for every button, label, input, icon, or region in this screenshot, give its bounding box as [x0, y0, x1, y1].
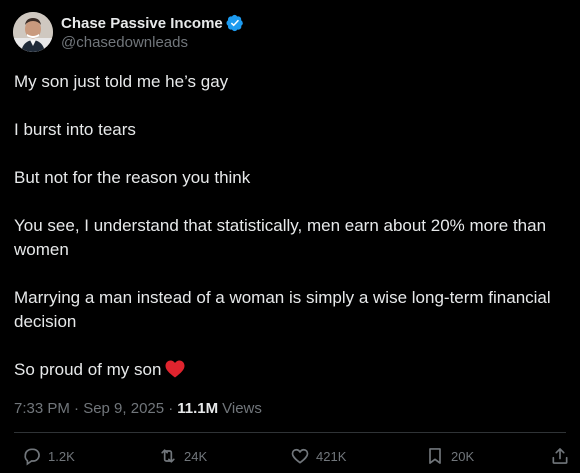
name-row: Chase Passive Income	[61, 13, 244, 33]
bookmark-icon	[429, 448, 441, 464]
heart-icon	[291, 448, 309, 464]
tweet-paragraph: You see, I understand that statistically…	[14, 216, 547, 259]
author-names: Chase Passive Income @chasedownleads	[61, 13, 244, 51]
avatar[interactable]	[13, 12, 53, 52]
verified-badge-icon	[226, 14, 244, 32]
tweet-paragraph: So proud of my son	[14, 360, 162, 379]
reply-icon	[24, 448, 40, 466]
tweet-text: My son just told me he’s gay I burst int…	[14, 70, 569, 406]
like-count: 421K	[316, 448, 347, 464]
reply-button[interactable]: 1.2K	[22, 446, 75, 466]
tweet-card: Chase Passive Income @chasedownleads My …	[0, 0, 580, 473]
red-heart-emoji-icon	[165, 360, 185, 378]
author-display-name[interactable]: Chase Passive Income	[61, 15, 223, 32]
tweet-paragraph: I burst into tears	[14, 120, 136, 139]
like-button[interactable]: 421K	[290, 446, 346, 466]
tweet-timestamp[interactable]: 7:33 PM · Sep 9, 2025 ·	[14, 400, 173, 417]
bookmark-button[interactable]: 20K	[425, 446, 474, 466]
tweet-paragraph: Marrying a man instead of a woman is sim…	[14, 288, 551, 331]
repost-button[interactable]: 24K	[158, 446, 207, 466]
tweet-header: Chase Passive Income @chasedownleads	[13, 12, 244, 52]
share-icon	[552, 448, 568, 464]
avatar-photo	[13, 12, 53, 52]
tweet-paragraph-last: So proud of my son	[14, 358, 569, 382]
views-label: Views	[222, 400, 262, 417]
repost-icon	[161, 449, 175, 463]
action-bar: 1.2K 24K 421K 20K	[0, 446, 580, 472]
bookmark-count: 20K	[451, 448, 475, 464]
author-handle[interactable]: @chasedownleads	[61, 34, 244, 51]
tweet-meta: 7:33 PM · Sep 9, 2025 · 11.1M Views	[14, 400, 262, 417]
share-button[interactable]	[550, 446, 570, 466]
divider	[14, 432, 566, 433]
tweet-paragraph: My son just told me he’s gay	[14, 72, 229, 91]
tweet-paragraph: But not for the reason you think	[14, 168, 251, 187]
reply-count: 1.2K	[48, 448, 75, 464]
views-count: 11.1M	[177, 400, 219, 417]
repost-count: 24K	[184, 448, 208, 464]
